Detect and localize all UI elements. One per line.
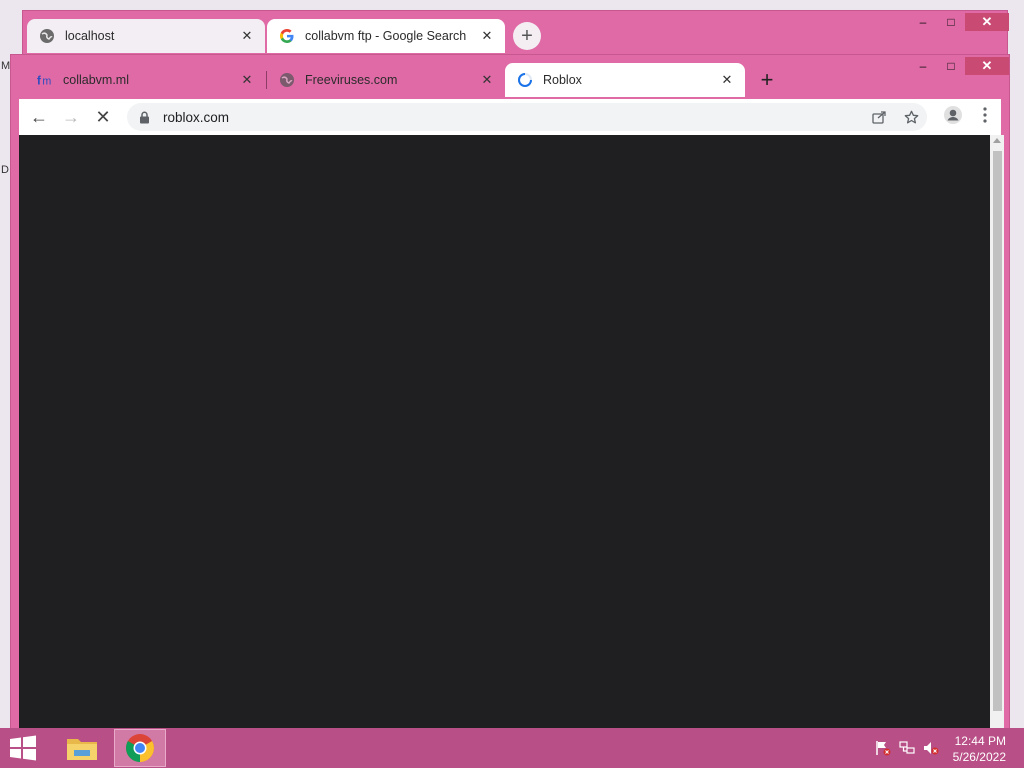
new-tab-button[interactable]: + (753, 66, 781, 94)
taskbar-file-explorer[interactable] (56, 729, 108, 767)
tab-roblox[interactable]: Roblox ✕ (505, 63, 745, 97)
arrow-left-icon: ← (30, 106, 48, 127)
window-controls: – □ ✕ (909, 13, 1009, 31)
front-browser-window: fm collabvm.ml ✕ Freeviruses.com ✕ Roblo… (10, 54, 1010, 730)
vertical-scrollbar[interactable] (990, 135, 1004, 729)
tab-localhost[interactable]: localhost ✕ (27, 19, 265, 53)
tab-title: collabvm.ml (63, 73, 129, 87)
svg-text:m: m (42, 75, 51, 87)
chrome-icon (126, 734, 154, 762)
taskbar-clock[interactable]: 12:44 PM 5/26/2022 (953, 733, 1006, 765)
tab-title: Freeviruses.com (305, 73, 398, 87)
close-window-button[interactable]: ✕ (965, 57, 1009, 75)
tab-collabvm[interactable]: fm collabvm.ml ✕ (25, 63, 265, 97)
action-center-flag-icon[interactable] (874, 740, 892, 756)
close-tab-icon[interactable]: ✕ (239, 72, 255, 88)
tab-title: collabvm ftp - Google Search (305, 29, 467, 43)
stop-loading-button[interactable]: ✕ (87, 101, 119, 133)
back-button[interactable]: ← (23, 101, 55, 133)
taskbar-chrome[interactable] (114, 729, 166, 767)
kebab-menu-icon (983, 106, 987, 128)
scrollbar-thumb[interactable] (993, 151, 1002, 711)
minimize-button[interactable]: – (909, 57, 937, 75)
loading-spinner-icon (517, 72, 533, 88)
forward-button[interactable]: → (55, 101, 87, 133)
start-button[interactable] (8, 734, 38, 762)
lock-icon (137, 110, 151, 124)
tab-google-search[interactable]: collabvm ftp - Google Search ✕ (267, 19, 505, 53)
globe-icon (279, 72, 295, 88)
globe-icon (39, 28, 55, 44)
close-tab-icon[interactable]: ✕ (479, 28, 495, 44)
clock-time: 12:44 PM (954, 734, 1006, 748)
close-tab-icon[interactable]: ✕ (479, 72, 495, 88)
tab-title: localhost (65, 29, 115, 43)
desktop-icon-label-fragment: D (1, 164, 9, 176)
arrow-right-icon: → (62, 106, 80, 127)
stop-icon: ✕ (95, 106, 111, 127)
collabvm-icon: fm (37, 72, 53, 88)
browser-toolbar: ← → ✕ roblox.com (19, 99, 1001, 135)
maximize-button[interactable]: □ (937, 13, 965, 31)
svg-text:f: f (37, 75, 41, 87)
address-bar[interactable]: roblox.com (127, 103, 927, 131)
file-explorer-icon (67, 739, 97, 760)
windows-logo-icon (10, 735, 36, 761)
google-icon (279, 28, 295, 44)
close-window-button[interactable]: ✕ (965, 13, 1009, 31)
back-browser-window: localhost ✕ collabvm ftp - Google Search… (22, 10, 1009, 60)
maximize-button[interactable]: □ (937, 57, 965, 75)
close-tab-icon[interactable]: ✕ (239, 28, 255, 44)
new-tab-button[interactable]: + (513, 22, 541, 50)
profile-icon (943, 105, 963, 130)
url-text[interactable]: roblox.com (163, 110, 863, 125)
close-tab-icon[interactable]: ✕ (719, 72, 735, 88)
profile-button[interactable] (937, 101, 969, 133)
page-viewport[interactable] (19, 135, 990, 729)
star-icon[interactable] (895, 103, 927, 131)
minimize-button[interactable]: – (909, 13, 937, 31)
browser-menu-button[interactable] (969, 101, 1001, 133)
desktop-icon-label-fragment: M (1, 60, 11, 72)
volume-muted-icon[interactable] (922, 740, 940, 756)
share-icon[interactable] (863, 103, 895, 131)
window-controls: – □ ✕ (909, 57, 1009, 75)
scroll-up-icon[interactable] (993, 138, 1001, 143)
tab-title: Roblox (543, 73, 582, 87)
taskbar: 12:44 PM 5/26/2022 (0, 728, 1024, 768)
network-icon[interactable] (898, 740, 916, 756)
tab-freeviruses[interactable]: Freeviruses.com ✕ (267, 63, 505, 97)
clock-date: 5/26/2022 (952, 750, 1006, 764)
